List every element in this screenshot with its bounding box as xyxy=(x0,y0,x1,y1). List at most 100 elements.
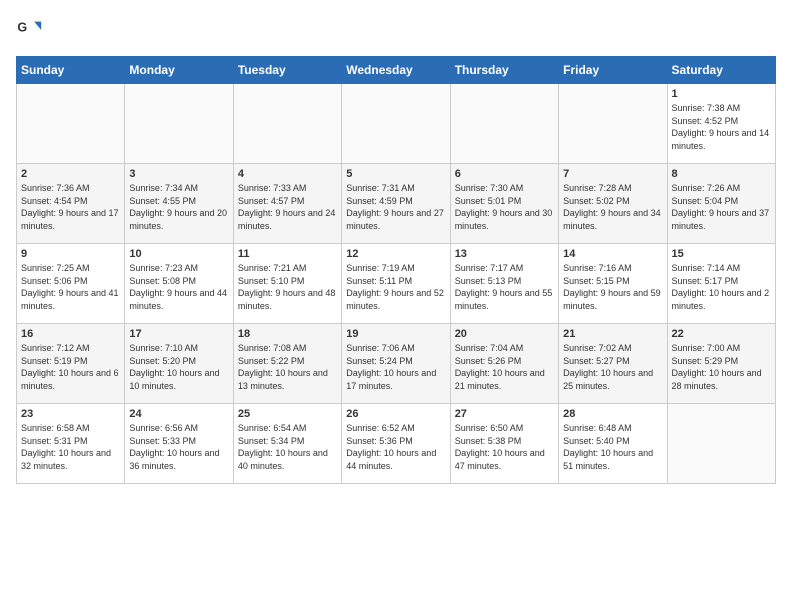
calendar-cell: 10 Sunrise: 7:23 AM Sunset: 5:08 PM Dayli… xyxy=(125,244,233,324)
calendar-cell: 8 Sunrise: 7:26 AM Sunset: 5:04 PM Daylig… xyxy=(667,164,775,244)
day-number: 20 xyxy=(455,328,554,340)
day-number: 12 xyxy=(346,248,445,260)
calendar-cell xyxy=(17,84,125,164)
calendar-cell: 24 Sunrise: 6:56 AM Sunset: 5:33 PM Dayli… xyxy=(125,404,233,484)
day-info: Sunrise: 7:33 AM Sunset: 4:57 PM Dayligh… xyxy=(238,182,337,232)
calendar-cell: 20 Sunrise: 7:04 AM Sunset: 5:26 PM Dayli… xyxy=(450,324,558,404)
day-number: 13 xyxy=(455,248,554,260)
calendar-cell: 7 Sunrise: 7:28 AM Sunset: 5:02 PM Daylig… xyxy=(559,164,667,244)
calendar-cell xyxy=(125,84,233,164)
svg-text:G: G xyxy=(17,20,27,34)
day-number: 27 xyxy=(455,408,554,420)
day-number: 14 xyxy=(563,248,662,260)
calendar-cell: 23 Sunrise: 6:58 AM Sunset: 5:31 PM Dayli… xyxy=(17,404,125,484)
day-number: 22 xyxy=(672,328,771,340)
day-info: Sunrise: 6:58 AM Sunset: 5:31 PM Dayligh… xyxy=(21,422,120,472)
day-info: Sunrise: 7:14 AM Sunset: 5:17 PM Dayligh… xyxy=(672,262,771,312)
day-number: 10 xyxy=(129,248,228,260)
day-number: 18 xyxy=(238,328,337,340)
calendar-cell xyxy=(233,84,341,164)
day-info: Sunrise: 7:26 AM Sunset: 5:04 PM Dayligh… xyxy=(672,182,771,232)
weekday-header-monday: Monday xyxy=(125,57,233,84)
day-number: 4 xyxy=(238,168,337,180)
day-number: 3 xyxy=(129,168,228,180)
calendar-cell: 27 Sunrise: 6:50 AM Sunset: 5:38 PM Dayli… xyxy=(450,404,558,484)
calendar-cell: 3 Sunrise: 7:34 AM Sunset: 4:55 PM Daylig… xyxy=(125,164,233,244)
day-number: 16 xyxy=(21,328,120,340)
day-info: Sunrise: 7:10 AM Sunset: 5:20 PM Dayligh… xyxy=(129,342,228,392)
day-info: Sunrise: 7:04 AM Sunset: 5:26 PM Dayligh… xyxy=(455,342,554,392)
day-number: 5 xyxy=(346,168,445,180)
calendar-cell: 12 Sunrise: 7:19 AM Sunset: 5:11 PM Dayli… xyxy=(342,244,450,324)
header: G xyxy=(16,16,776,44)
day-info: Sunrise: 7:16 AM Sunset: 5:15 PM Dayligh… xyxy=(563,262,662,312)
calendar-cell xyxy=(559,84,667,164)
day-info: Sunrise: 7:25 AM Sunset: 5:06 PM Dayligh… xyxy=(21,262,120,312)
day-info: Sunrise: 7:34 AM Sunset: 4:55 PM Dayligh… xyxy=(129,182,228,232)
calendar-cell: 14 Sunrise: 7:16 AM Sunset: 5:15 PM Dayli… xyxy=(559,244,667,324)
day-info: Sunrise: 7:31 AM Sunset: 4:59 PM Dayligh… xyxy=(346,182,445,232)
calendar-cell: 9 Sunrise: 7:25 AM Sunset: 5:06 PM Daylig… xyxy=(17,244,125,324)
day-number: 24 xyxy=(129,408,228,420)
calendar-cell: 21 Sunrise: 7:02 AM Sunset: 5:27 PM Dayli… xyxy=(559,324,667,404)
calendar-cell: 11 Sunrise: 7:21 AM Sunset: 5:10 PM Dayli… xyxy=(233,244,341,324)
calendar-cell: 5 Sunrise: 7:31 AM Sunset: 4:59 PM Daylig… xyxy=(342,164,450,244)
calendar-cell: 19 Sunrise: 7:06 AM Sunset: 5:24 PM Dayli… xyxy=(342,324,450,404)
day-info: Sunrise: 6:56 AM Sunset: 5:33 PM Dayligh… xyxy=(129,422,228,472)
day-info: Sunrise: 6:48 AM Sunset: 5:40 PM Dayligh… xyxy=(563,422,662,472)
calendar-cell: 28 Sunrise: 6:48 AM Sunset: 5:40 PM Dayli… xyxy=(559,404,667,484)
day-info: Sunrise: 6:54 AM Sunset: 5:34 PM Dayligh… xyxy=(238,422,337,472)
calendar-table: SundayMondayTuesdayWednesdayThursdayFrid… xyxy=(16,56,776,484)
day-info: Sunrise: 7:38 AM Sunset: 4:52 PM Dayligh… xyxy=(672,102,771,152)
calendar-cell: 1 Sunrise: 7:38 AM Sunset: 4:52 PM Daylig… xyxy=(667,84,775,164)
day-number: 7 xyxy=(563,168,662,180)
weekday-header-tuesday: Tuesday xyxy=(233,57,341,84)
day-info: Sunrise: 7:21 AM Sunset: 5:10 PM Dayligh… xyxy=(238,262,337,312)
day-info: Sunrise: 6:50 AM Sunset: 5:38 PM Dayligh… xyxy=(455,422,554,472)
calendar-cell: 26 Sunrise: 6:52 AM Sunset: 5:36 PM Dayli… xyxy=(342,404,450,484)
weekday-header-friday: Friday xyxy=(559,57,667,84)
day-number: 28 xyxy=(563,408,662,420)
day-info: Sunrise: 7:23 AM Sunset: 5:08 PM Dayligh… xyxy=(129,262,228,312)
weekday-header-sunday: Sunday xyxy=(17,57,125,84)
day-number: 23 xyxy=(21,408,120,420)
day-number: 2 xyxy=(21,168,120,180)
weekday-header-wednesday: Wednesday xyxy=(342,57,450,84)
day-number: 1 xyxy=(672,88,771,100)
day-number: 21 xyxy=(563,328,662,340)
day-info: Sunrise: 7:36 AM Sunset: 4:54 PM Dayligh… xyxy=(21,182,120,232)
logo-icon: G xyxy=(16,16,44,44)
day-number: 25 xyxy=(238,408,337,420)
day-info: Sunrise: 7:08 AM Sunset: 5:22 PM Dayligh… xyxy=(238,342,337,392)
day-info: Sunrise: 7:17 AM Sunset: 5:13 PM Dayligh… xyxy=(455,262,554,312)
day-number: 17 xyxy=(129,328,228,340)
calendar-cell xyxy=(450,84,558,164)
calendar-cell: 13 Sunrise: 7:17 AM Sunset: 5:13 PM Dayli… xyxy=(450,244,558,324)
calendar-cell: 17 Sunrise: 7:10 AM Sunset: 5:20 PM Dayli… xyxy=(125,324,233,404)
calendar-cell xyxy=(342,84,450,164)
day-number: 9 xyxy=(21,248,120,260)
day-info: Sunrise: 7:12 AM Sunset: 5:19 PM Dayligh… xyxy=(21,342,120,392)
day-number: 26 xyxy=(346,408,445,420)
calendar-cell: 16 Sunrise: 7:12 AM Sunset: 5:19 PM Dayli… xyxy=(17,324,125,404)
calendar-cell: 6 Sunrise: 7:30 AM Sunset: 5:01 PM Daylig… xyxy=(450,164,558,244)
weekday-header-saturday: Saturday xyxy=(667,57,775,84)
calendar-cell: 15 Sunrise: 7:14 AM Sunset: 5:17 PM Dayli… xyxy=(667,244,775,324)
calendar-cell xyxy=(667,404,775,484)
day-info: Sunrise: 7:06 AM Sunset: 5:24 PM Dayligh… xyxy=(346,342,445,392)
calendar-cell: 4 Sunrise: 7:33 AM Sunset: 4:57 PM Daylig… xyxy=(233,164,341,244)
day-number: 11 xyxy=(238,248,337,260)
day-info: Sunrise: 7:30 AM Sunset: 5:01 PM Dayligh… xyxy=(455,182,554,232)
day-number: 8 xyxy=(672,168,771,180)
weekday-header-thursday: Thursday xyxy=(450,57,558,84)
day-number: 19 xyxy=(346,328,445,340)
day-info: Sunrise: 7:28 AM Sunset: 5:02 PM Dayligh… xyxy=(563,182,662,232)
day-info: Sunrise: 6:52 AM Sunset: 5:36 PM Dayligh… xyxy=(346,422,445,472)
calendar-cell: 2 Sunrise: 7:36 AM Sunset: 4:54 PM Daylig… xyxy=(17,164,125,244)
logo: G xyxy=(16,16,48,44)
day-number: 6 xyxy=(455,168,554,180)
day-number: 15 xyxy=(672,248,771,260)
day-info: Sunrise: 7:02 AM Sunset: 5:27 PM Dayligh… xyxy=(563,342,662,392)
day-info: Sunrise: 7:19 AM Sunset: 5:11 PM Dayligh… xyxy=(346,262,445,312)
day-info: Sunrise: 7:00 AM Sunset: 5:29 PM Dayligh… xyxy=(672,342,771,392)
